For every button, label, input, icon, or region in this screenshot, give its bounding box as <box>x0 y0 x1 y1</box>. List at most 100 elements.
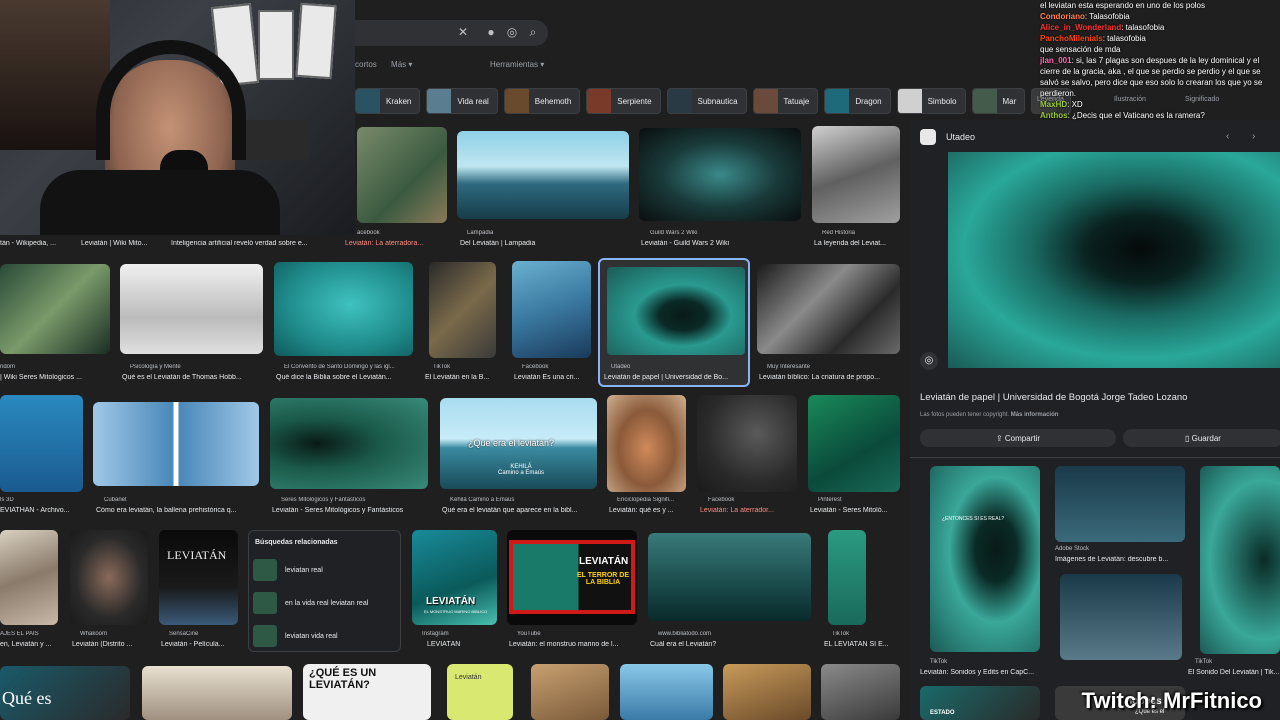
image-overlay-text: EL TERROR DE LA BIBLIA <box>577 572 629 586</box>
result-title[interactable]: Leviatán - Seres Mitoló... <box>810 507 900 514</box>
chip-dragon[interactable]: Dragon <box>824 88 891 114</box>
result-title[interactable]: EL LEVIATÁN SÍ E... <box>824 641 900 648</box>
chip-simbolo[interactable]: Simbolo <box>896 88 966 114</box>
chip-kraken[interactable]: Kraken <box>355 88 421 114</box>
result-title[interactable]: Leviatán Es una cri... <box>514 374 592 381</box>
result-title[interactable]: Leviatán: qué es y ... <box>609 507 687 514</box>
tab-cortos[interactable]: cortos <box>355 60 377 69</box>
result-title[interactable]: Leviatán: La aterradora... <box>345 240 450 247</box>
result-image[interactable] <box>70 530 148 625</box>
result-image[interactable] <box>828 530 866 625</box>
result-image[interactable] <box>808 395 900 492</box>
result-image[interactable] <box>531 664 609 720</box>
search-icon[interactable]: ⌕ <box>526 25 540 40</box>
result-title[interactable]: Cómo era leviatán, la ballena prehistóri… <box>96 507 260 514</box>
result-title[interactable]: Inteligencia artificial reveló verdad so… <box>171 240 331 247</box>
result-title[interactable]: La leyenda del Leviat... <box>814 240 902 247</box>
result-title[interactable]: Leviatán: el monstruo marino de l... <box>509 641 636 648</box>
result-title[interactable]: Leviatán | Wiki Mito... <box>81 240 161 247</box>
result-image[interactable] <box>723 664 811 720</box>
search-bar[interactable]: ✕ ● ◎ ⌕ <box>330 20 548 46</box>
result-title[interactable]: Leviatán - Seres Mitológicos y Fantástic… <box>272 507 427 514</box>
related-thumb <box>253 559 277 581</box>
similar-image[interactable] <box>1060 574 1182 660</box>
similar-image[interactable]: ESTADO <box>920 686 1040 720</box>
result-title[interactable]: Leviatán: La aterrador... <box>700 507 796 514</box>
similar-image[interactable] <box>1200 466 1280 654</box>
similar-image[interactable] <box>1055 466 1185 542</box>
result-image[interactable]: ¿Que era el leviatán? KEHILÁ Camino a Em… <box>440 398 597 489</box>
result-image[interactable] <box>512 261 591 358</box>
result-title[interactable]: Cuál era el Leviatán? <box>650 641 810 648</box>
result-image[interactable] <box>120 264 263 354</box>
result-image[interactable] <box>639 128 801 221</box>
related-item[interactable]: leviatan real <box>253 559 323 581</box>
result-title[interactable]: tán - Wikipedia, ... <box>0 240 68 247</box>
result-image[interactable] <box>607 395 686 492</box>
more-info-link[interactable]: Más información <box>1011 412 1059 418</box>
result-image[interactable]: LEVIATÁN EL MONSTRUO MARINO BÍBLICO <box>412 530 497 625</box>
result-title[interactable]: Leviatán - Película... <box>161 641 237 648</box>
preview-title[interactable]: Leviatán de papel | Universidad de Bogot… <box>920 392 1270 403</box>
result-title[interactable]: El Leviatán en la B... <box>425 374 500 381</box>
result-title[interactable]: Leviatán (Distrito ... <box>72 641 148 648</box>
result-title[interactable]: Qué era el leviatán que aparece en la bi… <box>442 507 597 514</box>
result-image[interactable] <box>429 262 496 358</box>
result-image[interactable] <box>357 127 447 223</box>
result-image[interactable] <box>812 126 900 223</box>
similar-image[interactable]: ¿ENTONCES SI ES REAL? <box>930 466 1040 652</box>
related-item[interactable]: leviatan vida real <box>253 625 338 647</box>
result-image[interactable] <box>142 666 292 720</box>
chip-vida-real[interactable]: Vida real <box>426 88 498 114</box>
result-title[interactable]: Qué dice la Biblia sobre el Leviatán... <box>276 374 412 381</box>
result-source: Facebook <box>708 497 735 503</box>
result-title[interactable]: Leviatán - Guild Wars 2 Wiki <box>641 240 801 247</box>
result-image[interactable]: LEVIATÁN EL TERROR DE LA BIBLIA <box>507 530 637 625</box>
result-title[interactable]: Leviatán bíblico: La criatura de propo..… <box>759 374 899 381</box>
save-button[interactable]: ▯ Guardar <box>1123 429 1280 447</box>
tab-more[interactable]: Más ▾ <box>391 60 412 69</box>
preview-image[interactable] <box>948 152 1280 368</box>
preview-source[interactable]: Utadeo <box>946 132 975 142</box>
result-image[interactable]: LEVIATÁN <box>159 530 238 625</box>
result-title[interactable]: Leviatán de papel | Universidad de Bo... <box>604 374 746 381</box>
clear-icon[interactable]: ✕ <box>456 25 470 39</box>
result-image[interactable] <box>697 395 797 492</box>
chip-serpiente[interactable]: Serpiente <box>586 88 661 114</box>
chip-mar[interactable]: Mar <box>971 88 1026 114</box>
result-image[interactable]: ¿QUÉ ES UN LEVIATÁN? <box>303 664 431 720</box>
similar-title[interactable]: Leviatán: Sonidos y Edits en CapC... <box>920 669 1055 676</box>
result-title[interactable]: Qué es el Leviatán de Thomas Hobb... <box>122 374 262 381</box>
result-title[interactable]: en, Leviatán y ... <box>0 641 58 648</box>
similar-title[interactable]: Imágenes de Leviatán: descubre b... <box>1055 556 1185 563</box>
lens-icon[interactable]: ◎ <box>920 352 938 370</box>
chip-behemoth[interactable]: Behemoth <box>503 88 581 114</box>
lens-icon[interactable]: ◎ <box>505 25 519 39</box>
result-image[interactable] <box>648 533 811 621</box>
result-image[interactable] <box>620 664 713 720</box>
chip-subnautica[interactable]: Subnautica <box>666 88 747 114</box>
result-title[interactable]: LEVIATÁN <box>427 641 497 648</box>
result-title[interactable]: Del Leviatán | Lampadia <box>460 240 625 247</box>
result-title[interactable]: EVIATHAN - Archivo... <box>0 507 83 514</box>
search-tabs: cortos Más ▾ <box>355 60 412 69</box>
share-button[interactable]: ⇪ Compartir <box>920 429 1116 447</box>
result-image[interactable] <box>457 131 629 219</box>
result-image[interactable]: Leviatán <box>447 664 513 720</box>
result-image[interactable]: Qué es <box>0 666 130 720</box>
result-image[interactable] <box>274 262 413 356</box>
related-item[interactable]: en la vida real leviatan real <box>253 592 368 614</box>
result-image[interactable] <box>0 264 110 354</box>
result-image[interactable] <box>270 398 428 489</box>
result-image[interactable] <box>93 402 259 486</box>
chip-tatuaje[interactable]: Tatuaje <box>752 88 819 114</box>
result-image[interactable] <box>0 530 58 625</box>
microphone-icon[interactable]: ● <box>484 25 498 39</box>
tools-button[interactable]: Herramientas ▾ <box>490 60 544 69</box>
result-title[interactable]: | Wiki Seres Mitologicos ... <box>0 374 110 381</box>
result-image[interactable] <box>757 264 900 354</box>
similar-title[interactable]: El Sonido Del Leviatán | Tik... <box>1188 669 1280 676</box>
result-image[interactable] <box>821 664 900 720</box>
image-overlay-text: Qué es <box>2 688 52 708</box>
result-image[interactable] <box>0 395 83 492</box>
